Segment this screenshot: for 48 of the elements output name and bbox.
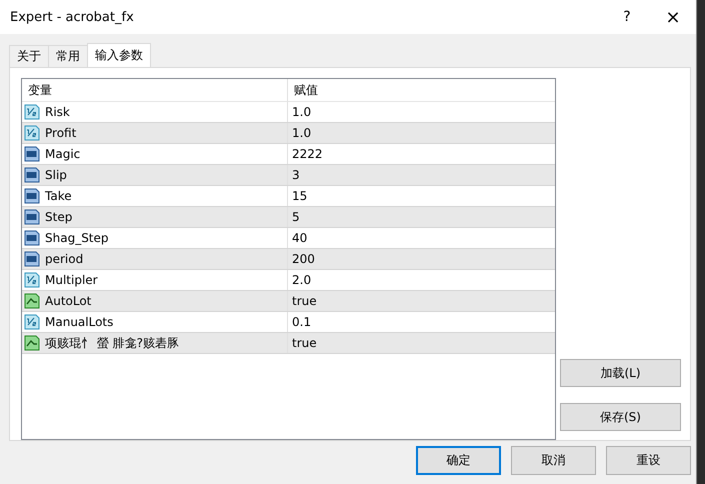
- number-icon: [24, 251, 40, 267]
- close-button[interactable]: ×: [650, 0, 696, 34]
- tab[interactable]: 关于: [9, 45, 49, 67]
- toggle-icon: [24, 335, 40, 351]
- dialog-button[interactable]: 重设: [606, 446, 691, 475]
- parameter-name: Profit: [45, 126, 76, 140]
- parameter-name: Multipler: [45, 273, 98, 287]
- parameter-value: true: [292, 336, 317, 350]
- parameter-value: 3: [292, 168, 300, 182]
- number-icon: [24, 146, 40, 162]
- dialog-button[interactable]: 取消: [511, 446, 596, 475]
- fraction-icon: [24, 272, 40, 288]
- parameter-name: Risk: [45, 105, 70, 119]
- number-icon: [24, 188, 40, 204]
- tab[interactable]: 输入参数: [87, 43, 151, 67]
- parameter-value: true: [292, 294, 317, 308]
- parameter-name: Slip: [45, 168, 67, 182]
- column-header: 变量: [22, 79, 288, 102]
- column-header: 赋值: [288, 79, 555, 102]
- parameter-value: 200: [292, 252, 315, 266]
- parameter-name: Shag_Step: [45, 231, 109, 245]
- window-title: Expert - acrobat_fx: [10, 10, 135, 24]
- parameter-name: Take: [45, 189, 72, 203]
- save-button[interactable]: 保存(S): [560, 403, 681, 431]
- parameter-name: period: [45, 252, 84, 266]
- parameter-name: AutoLot: [45, 294, 92, 308]
- number-icon: [24, 209, 40, 225]
- parameter-name: 项赅琨忄 螢 腓龛?赅砉豚: [45, 334, 179, 352]
- help-button[interactable]: ?: [604, 0, 650, 34]
- load-button[interactable]: 加载(L): [560, 359, 681, 387]
- parameter-value: 40: [292, 231, 308, 245]
- fraction-icon: [24, 104, 40, 120]
- parameter-name: ManualLots: [45, 315, 114, 329]
- parameter-value: 5: [292, 210, 300, 224]
- number-icon: [24, 230, 40, 246]
- number-icon: [24, 167, 40, 183]
- toggle-icon: [24, 293, 40, 309]
- parameter-value: 2.0: [292, 273, 312, 287]
- parameter-value: 1.0: [292, 126, 312, 140]
- parameter-name: Step: [45, 210, 72, 224]
- parameter-name: Magic: [45, 147, 80, 161]
- dialog-button[interactable]: 确定: [416, 446, 501, 475]
- parameter-value: 15: [292, 189, 308, 203]
- parameter-value: 2222: [292, 147, 323, 161]
- parameter-value: 1.0: [292, 105, 312, 119]
- parameter-value: 0.1: [292, 315, 312, 329]
- fraction-icon: [24, 125, 40, 141]
- fraction-icon: [24, 314, 40, 330]
